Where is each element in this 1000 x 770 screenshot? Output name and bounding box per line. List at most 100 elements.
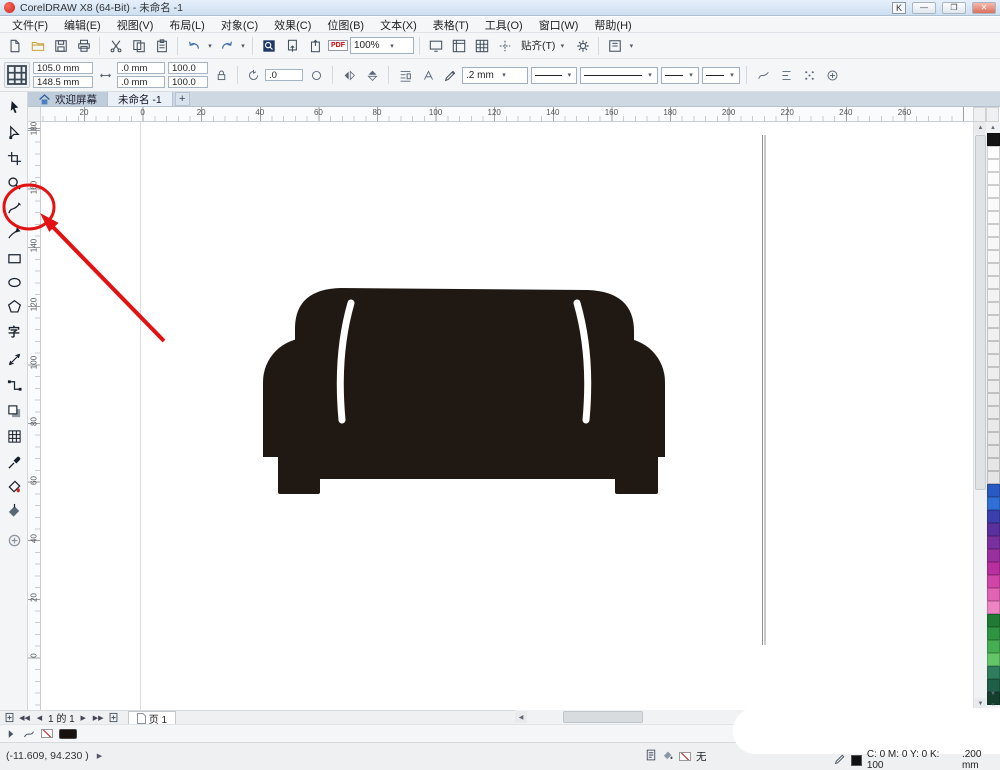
object-x-field[interactable]: 105.0 mm (33, 62, 93, 74)
maximize-button[interactable]: ❐ (942, 1, 966, 14)
object-width-field[interactable]: .0 mm (117, 62, 165, 74)
redo-dropdown-caret[interactable]: ▾ (239, 42, 247, 50)
menu-item[interactable]: 表格(T) (425, 16, 477, 34)
color-eyedropper-tool[interactable] (3, 451, 25, 473)
application-launcher-button[interactable] (604, 35, 625, 56)
artistic-media-tool[interactable] (3, 222, 25, 244)
palette-swatch[interactable] (987, 549, 1000, 562)
interactive-fill-tool[interactable] (3, 499, 25, 521)
show-grid-button[interactable] (471, 35, 492, 56)
scale-x-field[interactable]: 100.0 (168, 62, 208, 74)
palette-swatch[interactable] (987, 653, 1000, 666)
menu-item[interactable]: 文本(X) (372, 16, 425, 34)
palette-swatch[interactable] (987, 523, 1000, 536)
snap-to-menu-button[interactable]: 贴齐(T) ▾ (517, 36, 570, 56)
palette-swatch[interactable] (987, 666, 1000, 679)
align-distribute-button[interactable] (776, 65, 796, 85)
ellipse-tool[interactable] (3, 271, 25, 293)
zoom-caret[interactable]: ▾ (388, 42, 396, 50)
statusbar-expander[interactable]: ▶ (97, 752, 102, 760)
scale-y-field[interactable]: 100.0 (168, 76, 208, 88)
horizontal-ruler[interactable]: 20 0 20 40 60 80 100 120 140 160 180 200 220 240 260 (41, 107, 973, 122)
connector-tool[interactable] (3, 374, 25, 396)
palette-swatch[interactable] (987, 640, 1000, 653)
palette-swatch[interactable] (987, 458, 1000, 471)
print-button[interactable] (73, 35, 94, 56)
toggle-views-button[interactable] (973, 107, 986, 122)
crop-tool[interactable] (3, 147, 25, 169)
redo-button[interactable] (216, 35, 237, 56)
palette-swatch[interactable] (987, 510, 1000, 523)
palette-swatch[interactable] (987, 159, 1000, 172)
page-metrics-button[interactable] (4, 62, 30, 88)
menu-item[interactable]: 编辑(E) (56, 16, 109, 34)
export-button[interactable] (304, 35, 325, 56)
undo-button[interactable] (183, 35, 204, 56)
outline-style-caret[interactable]: ▾ (646, 71, 654, 79)
new-tab-button[interactable]: + (174, 92, 190, 106)
palette-scroll-down-button[interactable]: ▼ (986, 688, 1000, 699)
palette-swatch[interactable] (987, 315, 1000, 328)
expander-icon[interactable] (5, 728, 17, 740)
vertical-ruler[interactable]: 180 160 140 120 100 80 60 40 20 0 (28, 122, 41, 710)
palette-swatch[interactable] (987, 302, 1000, 315)
previous-page-button[interactable]: ◀ (33, 712, 46, 724)
line-style-combo[interactable]: ▾ (531, 66, 577, 84)
palette-swatch[interactable] (987, 614, 1000, 627)
mirror-vertical-button[interactable] (362, 65, 382, 85)
canvas[interactable] (41, 122, 973, 710)
palette-swatch[interactable] (987, 562, 1000, 575)
shape-tool[interactable] (3, 121, 25, 143)
tab-welcome-screen[interactable]: 欢迎屏幕 (28, 92, 108, 106)
pick-tool[interactable] (3, 96, 25, 118)
palette-swatch[interactable] (987, 588, 1000, 601)
end-arrow-combo[interactable]: ▾ (702, 66, 740, 84)
paste-button[interactable] (151, 35, 172, 56)
end-arrow-caret[interactable]: ▾ (728, 71, 736, 79)
cut-button[interactable] (105, 35, 126, 56)
palette-swatch[interactable] (987, 484, 1000, 497)
palette-swatch[interactable] (987, 237, 1000, 250)
freehand-tool[interactable] (3, 197, 25, 219)
menu-item[interactable]: 文件(F) (4, 16, 56, 34)
outline-width-combo[interactable]: .2 mm ▾ (462, 66, 528, 84)
palette-swatch[interactable] (987, 185, 1000, 198)
snap-options-button[interactable] (799, 65, 819, 85)
parallel-dimension-tool[interactable] (3, 348, 25, 370)
launcher-caret[interactable]: ▾ (627, 42, 635, 50)
palette-swatch[interactable] (987, 198, 1000, 211)
minimize-button[interactable]: — (912, 1, 936, 14)
save-button[interactable] (50, 35, 71, 56)
vertical-scroll-thumb[interactable] (975, 135, 986, 490)
palette-options-button[interactable] (986, 107, 999, 122)
start-arrow-combo[interactable]: ▾ (661, 66, 699, 84)
page-1-tab[interactable]: 页 1 (127, 711, 177, 726)
palette-swatch[interactable] (987, 341, 1000, 354)
menu-item[interactable]: 布局(L) (161, 16, 212, 34)
new-document-button[interactable] (4, 35, 25, 56)
palette-swatch[interactable] (987, 432, 1000, 445)
palette-swatch[interactable] (987, 445, 1000, 458)
palette-swatch[interactable] (987, 289, 1000, 302)
object-height-field[interactable]: .0 mm (117, 76, 165, 88)
sofa-artwork[interactable] (263, 285, 665, 494)
polygon-tool[interactable] (3, 295, 25, 317)
open-button[interactable] (27, 35, 48, 56)
show-guidelines-button[interactable] (494, 35, 515, 56)
menu-item[interactable]: 位图(B) (319, 16, 372, 34)
tab-untitled-document[interactable]: 未命名 -1 (108, 92, 173, 106)
menu-item[interactable]: 工具(O) (477, 16, 531, 34)
options-gear-button[interactable] (572, 35, 593, 56)
round-corner-button[interactable] (306, 65, 326, 85)
palette-swatch[interactable] (987, 601, 1000, 614)
ruler-origin-corner[interactable] (28, 107, 41, 122)
outline-style-combo[interactable]: ▾ (580, 66, 658, 84)
add-page-end-button[interactable] (107, 712, 120, 724)
rotation-angle-field[interactable]: .0 (265, 69, 303, 81)
undo-dropdown-caret[interactable]: ▾ (206, 42, 214, 50)
palette-swatch[interactable] (987, 393, 1000, 406)
rectangle-tool[interactable] (3, 247, 25, 269)
vertical-scrollbar[interactable]: ▲ ▼ (973, 122, 987, 710)
zoom-level-combo[interactable]: 100% ▾ (350, 37, 414, 54)
show-rulers-button[interactable] (448, 35, 469, 56)
